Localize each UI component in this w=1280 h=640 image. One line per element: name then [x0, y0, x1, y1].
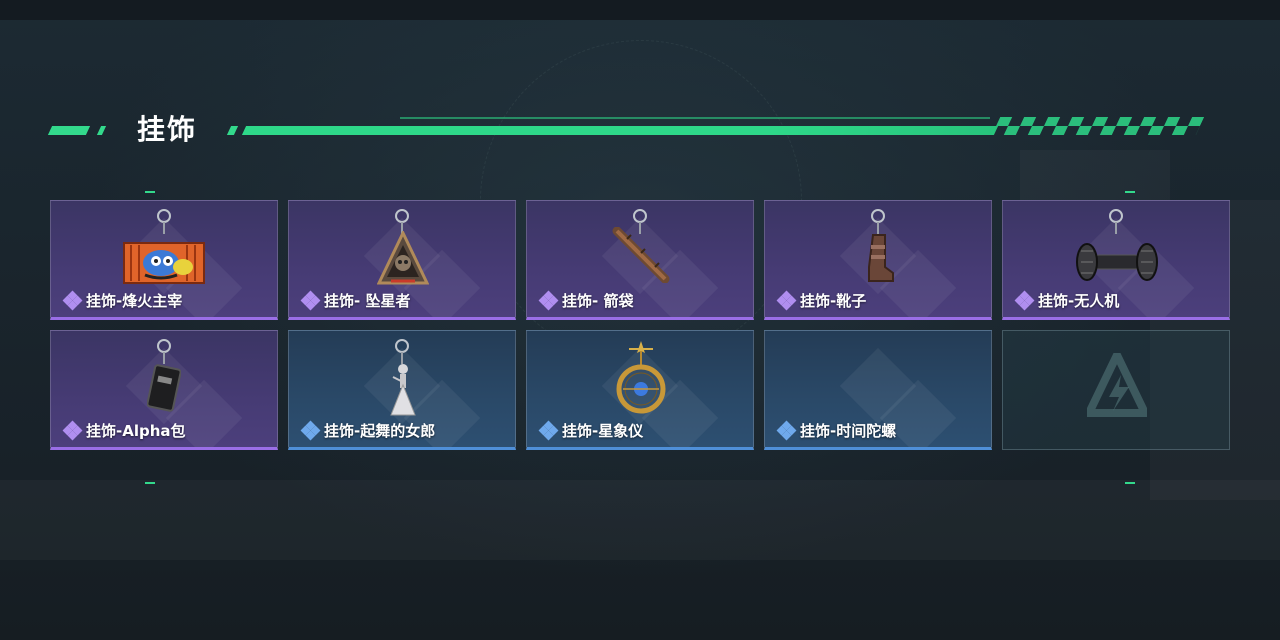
delta-logo-icon [1087, 353, 1147, 417]
keyring-icon [1109, 209, 1123, 223]
charm-name: 挂饰-时间陀螺 [800, 422, 897, 440]
charm-name: 挂饰-Alpha包 [86, 422, 186, 440]
quiver-charm-icon [612, 227, 670, 283]
corner-tick [1125, 482, 1135, 484]
graffiti-container-charm-icon [123, 242, 205, 284]
background-shape [0, 480, 1280, 560]
rarity-diamond-icon [776, 420, 797, 441]
charm-name: 挂饰-烽火主宰 [86, 292, 183, 310]
charm-label: 挂饰- 箭袋 [538, 290, 634, 311]
charm-label: 挂饰-无人机 [1014, 290, 1120, 311]
keyring-icon [157, 209, 171, 223]
charm-card[interactable]: 挂饰-Alpha包 [50, 330, 278, 450]
rarity-diamond-icon [776, 290, 797, 311]
triangle-skull-charm-icon [377, 231, 429, 285]
header-checker-pattern [991, 117, 1205, 135]
chain-icon [1115, 222, 1117, 234]
charm-card[interactable]: 挂饰- 箭袋 [526, 200, 754, 320]
charm-card[interactable]: 挂饰-起舞的女郎 [288, 330, 516, 450]
keyring-icon [633, 209, 647, 223]
charm-card[interactable]: 挂饰-星象仪 [526, 330, 754, 450]
section-title: 挂饰 [137, 113, 198, 146]
drone-charm-icon [1076, 243, 1158, 281]
corner-tick [145, 482, 155, 484]
header-accent-dash [96, 126, 107, 135]
charm-card[interactable]: 挂饰- 坠星者 [288, 200, 516, 320]
rarity-diamond-icon [300, 290, 321, 311]
charm-label: 挂饰- 坠星者 [300, 290, 411, 311]
charm-label: 挂饰-起舞的女郎 [300, 420, 436, 441]
keyring-icon [157, 339, 171, 353]
alpha-pack-charm-icon [147, 364, 181, 412]
keyring-icon [395, 209, 409, 223]
charm-label: 挂饰-靴子 [776, 290, 867, 311]
chain-icon [163, 222, 165, 234]
empty-slot-card[interactable] [1002, 330, 1230, 450]
charm-label: 挂饰-星象仪 [538, 420, 644, 441]
top-band [0, 0, 1280, 20]
charm-label: 挂饰-烽火主宰 [62, 290, 183, 311]
charm-name: 挂饰-起舞的女郎 [324, 422, 436, 440]
boot-charm-icon [868, 234, 894, 282]
charm-card[interactable]: 挂饰-无人机 [1002, 200, 1230, 320]
rarity-diamond-icon [538, 290, 559, 311]
charm-label: 挂饰-时间陀螺 [776, 420, 897, 441]
dancing-lady-charm-icon [390, 364, 416, 416]
corner-tick [1125, 191, 1135, 193]
header-thin-line [400, 117, 990, 119]
rarity-diamond-icon [62, 290, 83, 311]
astrolabe-charm-icon [616, 341, 666, 414]
charm-name: 挂饰- 坠星者 [324, 292, 411, 310]
charm-card[interactable]: 挂饰-靴子 [764, 200, 992, 320]
corner-tick [145, 191, 155, 193]
charm-name: 挂饰-无人机 [1038, 292, 1120, 310]
charm-name: 挂饰-靴子 [800, 292, 867, 310]
keyring-icon [871, 209, 885, 223]
header-accent-dash [47, 126, 91, 135]
charm-card[interactable]: 挂饰-时间陀螺 [764, 330, 992, 450]
charm-label: 挂饰-Alpha包 [62, 420, 186, 441]
charm-name: 挂饰-星象仪 [562, 422, 644, 440]
charm-card[interactable]: 挂饰-烽火主宰 [50, 200, 278, 320]
header-accent-dash [226, 126, 239, 135]
rarity-diamond-icon [300, 420, 321, 441]
rarity-diamond-icon [1014, 290, 1035, 311]
rarity-diamond-icon [538, 420, 559, 441]
keyring-icon [395, 339, 409, 353]
rarity-diamond-icon [62, 420, 83, 441]
header-accent-bar [241, 126, 999, 135]
charm-name: 挂饰- 箭袋 [562, 292, 634, 310]
